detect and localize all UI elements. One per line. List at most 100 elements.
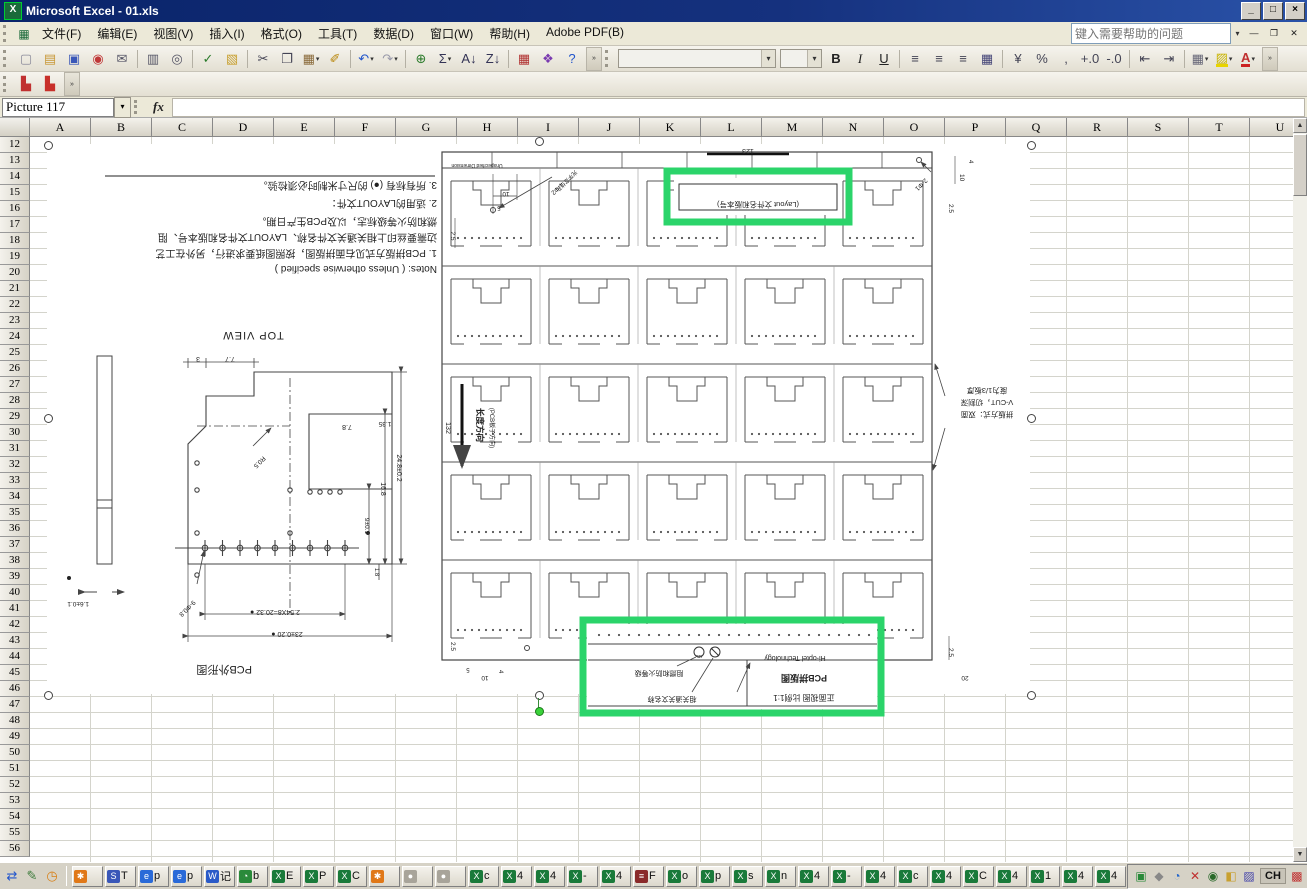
cut-icon[interactable]: ✂	[252, 48, 274, 70]
row-header[interactable]: 50	[0, 745, 30, 761]
toolbar-grip[interactable]	[3, 75, 11, 93]
help-dropdown-icon[interactable]: ▾	[1231, 24, 1244, 43]
toolbar-button[interactable]	[350, 49, 351, 68]
chevron-down-icon[interactable]: ▾	[807, 50, 821, 67]
borders-icon[interactable]: ▦ ▾	[1189, 48, 1211, 70]
help-question-input[interactable]	[1071, 23, 1231, 44]
bold-icon[interactable]: B	[825, 48, 847, 70]
taskbar-button[interactable]: X -	[567, 865, 598, 887]
spelling-icon[interactable]: ✓	[197, 48, 219, 70]
row-header[interactable]: 32	[0, 457, 30, 473]
selection-handle-middle-left[interactable]	[44, 414, 53, 423]
tray-volume-icon[interactable]: ◧	[1223, 868, 1239, 884]
rotation-handle[interactable]	[535, 707, 544, 716]
toolbar-button[interactable]	[137, 49, 138, 68]
row-header[interactable]: 52	[0, 777, 30, 793]
column-header[interactable]: L	[701, 118, 762, 137]
column-header[interactable]: S	[1128, 118, 1189, 137]
taskbar-button[interactable]: e p	[171, 865, 202, 887]
sync-icon[interactable]: ⇄	[3, 867, 21, 885]
column-header[interactable]: U	[1250, 118, 1293, 137]
row-header[interactable]: 18	[0, 233, 30, 249]
cell-grid[interactable]: Notes: ( Unless otherwise specified ) 1.…	[30, 137, 1293, 862]
print-preview-icon[interactable]: ◎	[166, 48, 188, 70]
tray-ime-icon[interactable]: ▩	[1289, 868, 1305, 884]
decrease-indent-icon[interactable]: ⇤	[1134, 48, 1156, 70]
workbook-close-button[interactable]: ✕	[1285, 25, 1303, 42]
row-header[interactable]: 34	[0, 489, 30, 505]
permission-icon[interactable]: ◉	[87, 48, 109, 70]
column-header[interactable]: E	[274, 118, 335, 137]
row-header[interactable]: 30	[0, 425, 30, 441]
italic-icon[interactable]: I	[849, 48, 871, 70]
menu-item[interactable]: 窗口(W)	[422, 22, 481, 45]
notepad-icon[interactable]: ✎	[23, 867, 41, 885]
vertical-scrollbar[interactable]: ▲ ▼	[1293, 118, 1307, 862]
workbook-minimize-button[interactable]: —	[1245, 25, 1263, 42]
drawing-icon[interactable]: ❖	[537, 48, 559, 70]
taskbar-button[interactable]: X P	[303, 865, 334, 887]
underline-icon[interactable]: U	[873, 48, 895, 70]
tray-clock-icon[interactable]: ◔	[1169, 868, 1185, 884]
taskbar-button[interactable]: X E	[270, 865, 301, 887]
taskbar-button[interactable]: X c	[897, 865, 928, 887]
column-header[interactable]: D	[213, 118, 274, 137]
convert-to-pdf-email-icon[interactable]: ▙	[39, 73, 61, 95]
row-header[interactable]: 46	[0, 681, 30, 697]
selection-handle-top-right[interactable]	[1027, 141, 1036, 150]
taskbar-button[interactable]: X 4	[600, 865, 631, 887]
decrease-decimal-icon[interactable]: -.0	[1103, 48, 1125, 70]
toolbar-button[interactable]	[1184, 49, 1185, 68]
taskbar-button[interactable]: X 4	[930, 865, 961, 887]
toolbar-button[interactable]	[1129, 49, 1130, 68]
align-left-icon[interactable]: ≡	[904, 48, 926, 70]
fill-color-icon[interactable]: ▨ ▾	[1213, 48, 1235, 70]
toolbar-button[interactable]	[405, 49, 406, 68]
toolbar-grip[interactable]	[605, 49, 613, 68]
column-header[interactable]: K	[640, 118, 701, 137]
column-header[interactable]: I	[518, 118, 579, 137]
taskbar-button[interactable]: X n	[765, 865, 796, 887]
taskbar-button[interactable]: X 1	[1029, 865, 1060, 887]
format-painter-icon[interactable]: ✐	[324, 48, 346, 70]
row-header[interactable]: 17	[0, 217, 30, 233]
research-icon[interactable]: ▧	[221, 48, 243, 70]
row-header[interactable]: 55	[0, 825, 30, 841]
row-header[interactable]: 29	[0, 409, 30, 425]
row-header[interactable]: 40	[0, 585, 30, 601]
taskbar-button[interactable]: X 4	[798, 865, 829, 887]
row-header[interactable]: 35	[0, 505, 30, 521]
taskbar-button[interactable]: X C	[336, 865, 367, 887]
align-right-icon[interactable]: ≡	[952, 48, 974, 70]
column-header[interactable]: J	[579, 118, 640, 137]
row-header[interactable]: 28	[0, 393, 30, 409]
row-header[interactable]: 53	[0, 793, 30, 809]
row-header[interactable]: 43	[0, 633, 30, 649]
selection-handle-top-center[interactable]	[535, 137, 544, 146]
taskbar-button[interactable]: X s	[732, 865, 763, 887]
column-header[interactable]: Q	[1006, 118, 1067, 137]
row-header[interactable]: 25	[0, 345, 30, 361]
row-header[interactable]: 45	[0, 665, 30, 681]
taskbar-button[interactable]: S T	[105, 865, 136, 887]
tray-close-icon[interactable]: ✕	[1187, 868, 1203, 884]
name-box[interactable]: Picture 117	[2, 97, 114, 117]
menu-item[interactable]: 插入(I)	[201, 22, 252, 45]
row-header[interactable]: 56	[0, 841, 30, 857]
menu-item[interactable]: Adobe PDF(B)	[538, 22, 632, 45]
row-header[interactable]: 33	[0, 473, 30, 489]
toolbar-button[interactable]	[192, 49, 193, 68]
taskbar-button[interactable]: ✱	[72, 865, 103, 887]
toolbar-options-chevron[interactable]: »	[1262, 46, 1278, 71]
taskbar-button[interactable]: X o	[666, 865, 697, 887]
scroll-down-icon[interactable]: ▼	[1293, 847, 1307, 862]
dropdown-arrow-icon[interactable]: ▾	[316, 55, 320, 63]
row-header[interactable]: 22	[0, 297, 30, 313]
print-icon[interactable]: ▥	[142, 48, 164, 70]
column-header[interactable]: C	[152, 118, 213, 137]
taskbar-button[interactable]: X 4	[864, 865, 895, 887]
taskbar-button[interactable]: X 4	[1095, 865, 1126, 887]
language-indicator[interactable]: CH	[1260, 868, 1286, 884]
taskbar-button[interactable]: ≡ F	[633, 865, 664, 887]
percent-icon[interactable]: %	[1031, 48, 1053, 70]
